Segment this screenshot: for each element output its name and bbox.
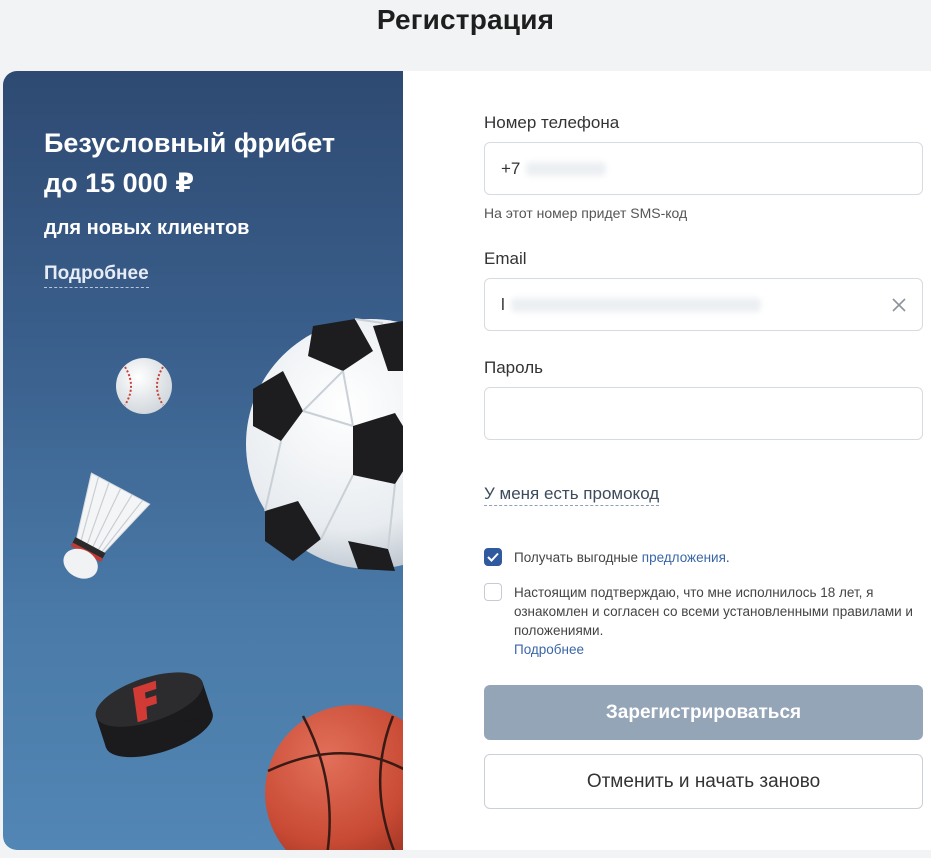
offers-suffix: .	[725, 550, 730, 565]
basketball-icon	[265, 705, 403, 850]
registration-form: Номер телефона +7 На этот номер придет S…	[403, 71, 931, 850]
promo-subtitle: для новых клиентов	[44, 217, 250, 239]
offers-checkbox[interactable]	[484, 548, 502, 566]
phone-input[interactable]: +7	[484, 142, 923, 195]
page-title: Регистрация	[376, 4, 555, 35]
redacted-phone	[526, 161, 607, 176]
email-label: Email	[484, 249, 527, 268]
offers-link[interactable]: предложения	[642, 550, 726, 565]
promo-code-toggle[interactable]: У меня есть промокод	[484, 484, 660, 506]
hockey-puck-icon	[95, 672, 213, 758]
redacted-email	[510, 297, 761, 312]
soccer-ball-icon	[246, 318, 403, 571]
promo-more-link[interactable]: Подробнее	[44, 263, 149, 288]
baseball-icon	[116, 358, 172, 414]
age-checkbox-row: Настоящим подтверждаю, что мне исполнило…	[484, 583, 914, 640]
password-input[interactable]	[484, 387, 923, 440]
terms-more-link[interactable]: Подробнее	[514, 642, 584, 657]
phone-value: +7	[501, 158, 521, 178]
offers-checkbox-row: Получать выгодные предложения.	[484, 548, 914, 567]
registration-card: Безусловный фрибет до 15 000 ₽ для новых…	[3, 71, 931, 850]
phone-label: Номер телефона	[484, 113, 620, 132]
phone-hint: На этот номер придет SMS-код	[484, 205, 688, 221]
register-button[interactable]: Зарегистрироваться	[484, 685, 923, 740]
offers-checkbox-label: Получать выгодные предложения.	[514, 548, 914, 567]
age-checkbox[interactable]	[484, 583, 502, 601]
shuttlecock-icon	[63, 472, 151, 579]
email-input[interactable]: l	[484, 278, 923, 331]
promo-headline: Безусловный фрибет до 15 000 ₽	[44, 128, 336, 198]
age-checkbox-label: Настоящим подтверждаю, что мне исполнило…	[514, 585, 913, 638]
cancel-restart-button[interactable]: Отменить и начать заново	[484, 754, 923, 809]
password-label: Пароль	[484, 358, 543, 377]
promo-panel: Безусловный фрибет до 15 000 ₽ для новых…	[3, 71, 403, 850]
offers-text: Получать выгодные	[514, 550, 642, 565]
check-icon	[487, 552, 499, 562]
email-value: l	[501, 294, 505, 314]
clear-icon[interactable]	[888, 294, 910, 316]
